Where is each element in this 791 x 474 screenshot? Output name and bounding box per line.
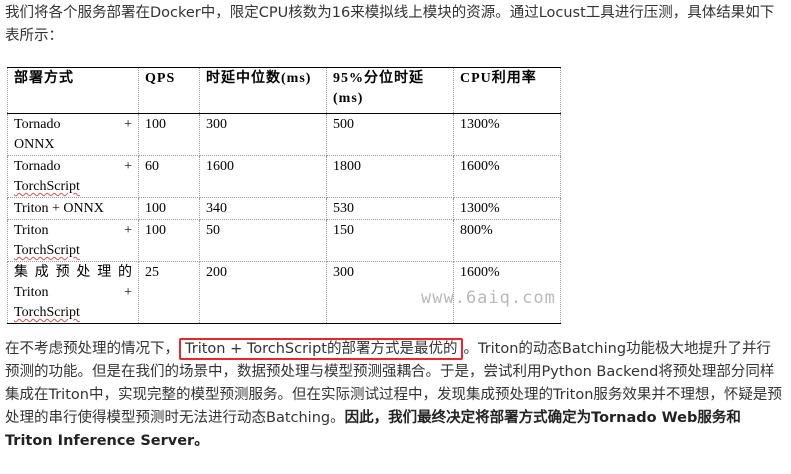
conclusion-before: 在不考虑预处理的情况下，: [5, 341, 179, 357]
table-header-row: 部署方式 QPS 时延中位数(ms) 95%分位时延(ms) CPU利用率: [7, 67, 561, 114]
method-line: ONNX: [14, 137, 55, 152]
cell-method: Triton + TorchScript: [7, 219, 139, 262]
method-line: Triton + ONNX: [14, 201, 104, 216]
method-line: Tornado +: [14, 117, 132, 132]
cell-median: 340: [199, 197, 327, 220]
cell-qps: 60: [138, 155, 200, 198]
method-line: Triton +: [14, 285, 132, 300]
header-method: 部署方式: [7, 67, 139, 114]
cell-median: 1600: [199, 155, 327, 198]
table-row: Tornado + TorchScript 60 1600 1800 1600%: [7, 155, 561, 198]
table-row: Triton + ONNX 100 340 530 1300%: [7, 197, 561, 220]
cell-median: 200: [199, 261, 327, 324]
cell-cpu: 800%: [453, 219, 561, 262]
header-median: 时延中位数(ms): [199, 67, 327, 114]
method-line: Triton +: [14, 223, 132, 238]
highlighted-phrase: Triton + TorchScript的部署方式是最优的: [179, 338, 464, 360]
cell-p95: 150: [326, 219, 454, 262]
cell-median: 50: [199, 219, 327, 262]
method-line: 集成预处理的: [14, 265, 132, 280]
method-line: TorchScript: [14, 243, 80, 258]
method-line: TorchScript: [14, 305, 80, 320]
cell-cpu: 1600%: [453, 155, 561, 198]
cell-qps: 25: [138, 261, 200, 324]
cell-method: Triton + ONNX: [7, 197, 139, 220]
table-row: Triton + TorchScript 100 50 150 800%: [7, 219, 561, 262]
cell-method: Tornado + ONNX: [7, 113, 139, 156]
header-p95: 95%分位时延(ms): [326, 67, 454, 114]
header-qps: QPS: [138, 67, 200, 114]
cell-qps: 100: [138, 219, 200, 262]
cell-median: 300: [199, 113, 327, 156]
header-cpu: CPU利用率: [453, 67, 561, 114]
cell-method: 集成预处理的 Triton + TorchScript: [7, 261, 139, 324]
method-line: TorchScript: [14, 179, 80, 194]
cell-p95: 500: [326, 113, 454, 156]
cell-qps: 100: [138, 197, 200, 220]
cell-cpu: 1300%: [453, 197, 561, 220]
cell-p95: 530: [326, 197, 454, 220]
cell-qps: 100: [138, 113, 200, 156]
results-table: 部署方式 QPS 时延中位数(ms) 95%分位时延(ms) CPU利用率 To…: [7, 67, 561, 324]
table-row: Tornado + ONNX 100 300 500 1300%: [7, 113, 561, 156]
watermark: www.6aiq.com: [421, 288, 556, 308]
cell-method: Tornado + TorchScript: [7, 155, 139, 198]
cell-p95: 1800: [326, 155, 454, 198]
method-line: Tornado +: [14, 159, 132, 174]
conclusion-paragraph: 在不考虑预处理的情况下， Triton + TorchScript的部署方式是最优…: [5, 338, 785, 453]
cell-cpu: 1300%: [453, 113, 561, 156]
intro-paragraph: 我们将各个服务部署在Docker中，限定CPU核数为16来模拟线上模块的资源。通…: [5, 5, 775, 44]
